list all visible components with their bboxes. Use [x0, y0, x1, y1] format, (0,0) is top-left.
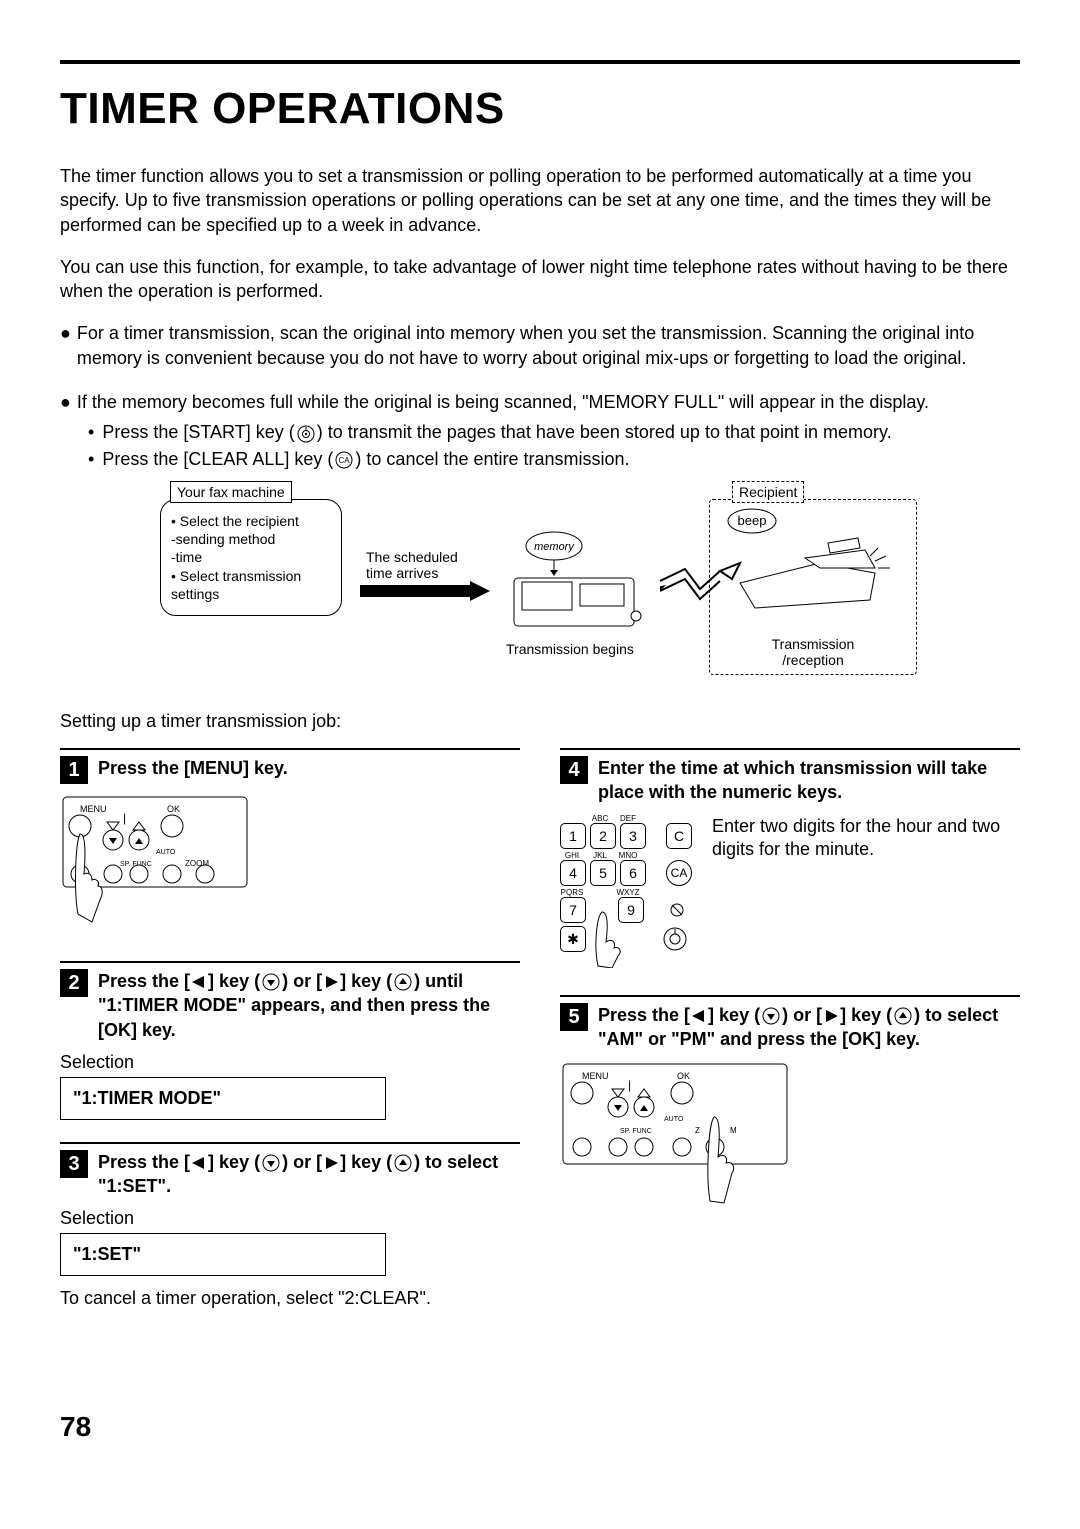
right-triangle-icon: [324, 1157, 338, 1169]
svg-text:Z: Z: [695, 1126, 700, 1135]
svg-text:CA: CA: [339, 456, 351, 465]
step-4-text: Enter the time at which transmission wil…: [598, 756, 1020, 805]
note-bullet-2-sub2: • Press the [CLEAR ALL] key (CA) to canc…: [88, 447, 1020, 471]
clear-all-icon: CA: [335, 451, 353, 469]
svg-text:M: M: [730, 1126, 737, 1135]
diagram-settings-box: • Select the recipient -sending method -…: [160, 499, 342, 616]
keypad-7: 7: [560, 897, 586, 923]
keypad-3: 3: [620, 823, 646, 849]
left-triangle-icon: [692, 1010, 706, 1022]
up-circle-icon: [394, 1154, 412, 1172]
note-bullet-1: ● For a timer transmission, scan the ori…: [60, 321, 1020, 370]
step-2: 2 Press the [] key () or [] key () until…: [60, 961, 520, 1120]
keypad-5: 5: [590, 860, 616, 886]
diagram-scheduled-time: The scheduled time arrives: [366, 549, 476, 581]
svg-text:AUTO: AUTO: [156, 849, 176, 856]
keypad-illustration: ABC DEF 1 2 3 C GHI JKL: [560, 815, 692, 973]
intro-paragraph-1: The timer function allows you to set a t…: [60, 164, 1020, 237]
note-bullet-2-sub1: • Press the [START] key () to transmit t…: [88, 420, 1020, 444]
step-1: 1 Press the [MENU] key. MENU |: [60, 748, 520, 939]
left-triangle-icon: [192, 1157, 206, 1169]
bullet-dot: ●: [60, 321, 77, 370]
keypad-clearall: CA: [666, 860, 692, 886]
intro-paragraph-2: You can use this function, for example, …: [60, 255, 1020, 304]
setup-lead: Setting up a timer transmission job:: [60, 711, 1020, 732]
note-bullet-2: ● If the memory becomes full while the o…: [60, 390, 1020, 414]
start-icon: [297, 425, 315, 443]
start-icon: [662, 926, 688, 952]
step-2-selection-box: "1:TIMER MODE": [60, 1077, 386, 1120]
diagram-transmission-reception: Transmission /reception: [710, 636, 916, 668]
fax-machine-recipient-icon: [720, 528, 900, 618]
step-4: 4 Enter the time at which transmission w…: [560, 748, 1020, 973]
control-panel-illustration: MENU | OK AUTO SP. FUNC ZOOM: [60, 794, 250, 934]
svg-text:SP. FUNC: SP. FUNC: [620, 1128, 652, 1135]
step-5: 5 Press the [] key () or [] key () to se…: [560, 995, 1020, 1217]
keypad-6: 6: [620, 860, 646, 886]
step-2-selection-label: Selection: [60, 1052, 520, 1073]
diagram-transmission-begins: Transmission begins: [506, 641, 634, 657]
svg-text:MENU: MENU: [582, 1071, 609, 1081]
right-triangle-icon: [324, 976, 338, 988]
page-title: TIMER OPERATIONS: [60, 84, 1020, 134]
note-bullet-1-text: For a timer transmission, scan the origi…: [77, 321, 1020, 370]
step-3-selection-label: Selection: [60, 1208, 520, 1229]
down-circle-icon: [762, 1007, 780, 1025]
step-number-3: 3: [60, 1150, 88, 1178]
step-3: 3 Press the [] key () or [] key () to se…: [60, 1142, 520, 1310]
svg-text:AUTO: AUTO: [664, 1116, 684, 1123]
note-bullet-2-text: If the memory becomes full while the ori…: [77, 390, 929, 414]
svg-text:OK: OK: [167, 804, 180, 814]
down-circle-icon: [262, 973, 280, 991]
svg-text:OK: OK: [677, 1071, 690, 1081]
fax-machine-icon: memory: [494, 526, 664, 646]
step-number-4: 4: [560, 756, 588, 784]
keypad-2: 2: [590, 823, 616, 849]
step-5-illustration: MENU | OK AUTO SP. FUNC Z: [560, 1061, 1020, 1216]
up-circle-icon: [394, 973, 412, 991]
step-1-illustration: MENU | OK AUTO SP. FUNC ZOOM: [60, 794, 520, 939]
down-circle-icon: [262, 1154, 280, 1172]
up-circle-icon: [894, 1007, 912, 1025]
diagram-recipient-label: Recipient: [732, 481, 804, 503]
svg-text:MENU: MENU: [80, 804, 107, 814]
keypad-1: 1: [560, 823, 586, 849]
step-2-text: Press the [] key () or [] key () until "…: [98, 969, 520, 1042]
stop-icon: [664, 897, 690, 923]
top-divider: [60, 60, 1020, 64]
svg-text:memory: memory: [534, 541, 575, 553]
svg-text:|: |: [628, 1078, 631, 1092]
keypad-4: 4: [560, 860, 586, 886]
diagram-recipient-box: beep Transmission /reception: [709, 499, 917, 675]
keypad-clear: C: [666, 823, 692, 849]
diagram-label-yourfax: Your fax machine: [170, 481, 292, 503]
pointing-finger-icon: [588, 908, 658, 968]
right-triangle-icon: [824, 1010, 838, 1022]
step-4-hint: Enter two digits for the hour and two di…: [712, 815, 1020, 862]
flow-diagram: Your fax machine • Select the recipient …: [160, 481, 920, 681]
left-triangle-icon: [192, 976, 206, 988]
step-5-text: Press the [] key () or [] key () to sele…: [598, 1003, 1020, 1052]
svg-text:|: |: [123, 811, 126, 825]
step-number-5: 5: [560, 1003, 588, 1031]
step-number-2: 2: [60, 969, 88, 997]
control-panel-illustration-2: MENU | OK AUTO SP. FUNC Z: [560, 1061, 790, 1211]
step-3-cancel-note: To cancel a timer operation, select "2:C…: [60, 1288, 520, 1309]
step-1-text: Press the [MENU] key.: [98, 756, 288, 780]
keypad-star: ✱: [560, 926, 586, 952]
svg-text:beep: beep: [738, 513, 767, 528]
bullet-dot: ●: [60, 390, 77, 414]
page-number: 78: [60, 1411, 1020, 1443]
step-3-text: Press the [] key () or [] key () to sele…: [98, 1150, 520, 1199]
step-number-1: 1: [60, 756, 88, 784]
step-3-selection-box: "1:SET": [60, 1233, 386, 1276]
arrow-right-icon: [360, 581, 490, 601]
